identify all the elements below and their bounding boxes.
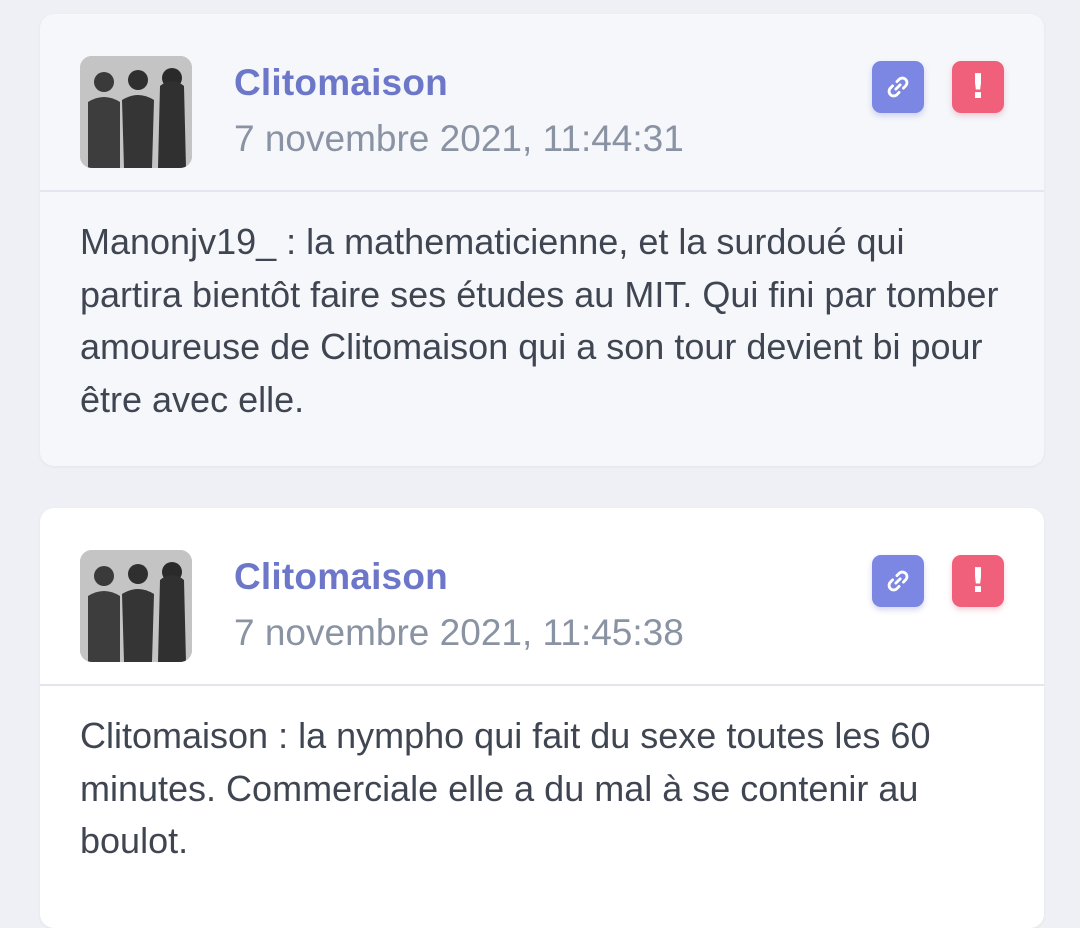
post-message: Clitomaison : la nympho qui fait du sexe… bbox=[80, 715, 931, 861]
link-icon bbox=[887, 76, 909, 98]
permalink-button[interactable] bbox=[872, 555, 924, 607]
exclamation-icon: ! bbox=[970, 561, 986, 601]
report-button[interactable]: ! bbox=[952, 61, 1004, 113]
post-card: Clitomaison 7 novembre 2021, 11:44:31 ! … bbox=[40, 14, 1044, 466]
avatar-photo bbox=[80, 56, 192, 168]
post-card: Clitomaison 7 novembre 2021, 11:45:38 ! … bbox=[40, 508, 1044, 928]
post-header: Clitomaison 7 novembre 2021, 11:45:38 ! bbox=[40, 508, 1044, 686]
avatar[interactable] bbox=[80, 56, 192, 168]
post-timestamp: 7 novembre 2021, 11:45:38 bbox=[234, 612, 684, 653]
author-name[interactable]: Clitomaison bbox=[234, 62, 448, 104]
post-message: Manonjv19_ : la mathematicienne, et la s… bbox=[80, 221, 999, 420]
link-icon bbox=[887, 570, 909, 592]
author-name[interactable]: Clitomaison bbox=[234, 556, 448, 598]
report-button[interactable]: ! bbox=[952, 555, 1004, 607]
post-header: Clitomaison 7 novembre 2021, 11:44:31 ! bbox=[40, 14, 1044, 192]
avatar-photo bbox=[80, 550, 192, 662]
post-timestamp: 7 novembre 2021, 11:44:31 bbox=[234, 118, 684, 159]
avatar[interactable] bbox=[80, 550, 192, 662]
exclamation-icon: ! bbox=[970, 67, 986, 107]
permalink-button[interactable] bbox=[872, 61, 924, 113]
